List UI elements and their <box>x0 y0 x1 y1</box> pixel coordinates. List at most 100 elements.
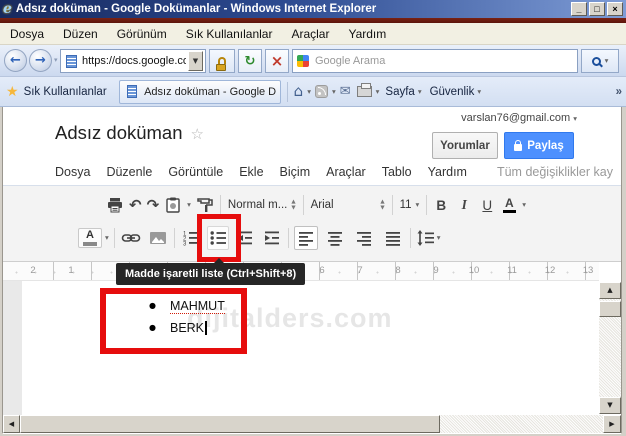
docs-menu-tablo[interactable]: Tablo <box>382 165 412 179</box>
undo-button[interactable]: ↶ <box>129 193 142 217</box>
annotation-highlight-list <box>100 288 247 354</box>
docs-menu-dosya[interactable]: Dosya <box>55 165 90 179</box>
comments-button[interactable]: Yorumlar <box>432 132 498 159</box>
align-center-button[interactable] <box>323 226 347 250</box>
favorites-label[interactable]: Sık Kullanılanlar <box>24 86 107 98</box>
vertical-scrollbar[interactable]: ▲ ▼ <box>599 282 621 414</box>
back-button[interactable]: ← <box>4 49 27 72</box>
star-document-icon[interactable]: ☆ <box>191 125 204 143</box>
italic-button[interactable]: I <box>455 197 473 213</box>
paste-button[interactable] <box>164 193 182 217</box>
save-status: Tüm değişiklikler kay <box>497 165 613 179</box>
align-right-button[interactable] <box>352 226 376 250</box>
account-dropdown-icon[interactable]: ▾ <box>573 114 577 123</box>
address-bar: ← → ▾ ▼ ↻ × ▾ <box>0 45 626 77</box>
justify-button[interactable] <box>381 226 405 250</box>
scroll-down-button[interactable]: ▼ <box>599 397 621 414</box>
scrollbar-thumb[interactable] <box>599 301 621 317</box>
url-input[interactable] <box>80 54 188 68</box>
favorites-tab-current-page[interactable]: Adsız doküman - Google D... <box>119 80 281 104</box>
security-menu[interactable]: Güvenlik <box>430 86 475 98</box>
docs-menu-goruntule[interactable]: Görüntüle <box>168 165 223 179</box>
increase-indent-button[interactable] <box>261 226 283 250</box>
search-box[interactable] <box>292 49 578 73</box>
search-dropdown-icon[interactable]: ▾ <box>605 57 609 65</box>
favorites-star-icon[interactable]: ★ <box>6 85 19 99</box>
font-select[interactable]: Arial ▲▼ <box>309 199 387 211</box>
home-icon[interactable]: ⌂ <box>294 84 304 99</box>
ruler-number: 2 <box>30 265 35 276</box>
document-title[interactable]: Adsız doküman☆ <box>55 122 204 144</box>
toolbar-overflow-chevron[interactable]: » <box>616 86 622 98</box>
mail-icon[interactable]: ✉ <box>340 85 351 98</box>
line-spacing-icon <box>416 229 435 247</box>
print-icon[interactable] <box>357 86 372 97</box>
align-left-icon <box>297 229 315 247</box>
text-color-swatch <box>503 210 516 214</box>
scroll-left-button[interactable]: ◀ <box>3 415 20 433</box>
page-menu[interactable]: Sayfa <box>385 86 414 98</box>
align-left-button[interactable] <box>294 226 318 250</box>
separator <box>220 195 221 215</box>
ruler-number: 11 <box>507 265 517 276</box>
docs-menu-duzenle[interactable]: Düzenle <box>106 165 152 179</box>
insert-link-button[interactable] <box>120 226 142 250</box>
horizontal-scrollbar[interactable]: ◀ ▶ <box>3 415 621 433</box>
paragraph-style-select[interactable]: Normal m... ▲▼ <box>226 199 298 211</box>
docs-menu-yardim[interactable]: Yardım <box>428 165 467 179</box>
highlight-color-button[interactable]: A ▾ <box>78 226 109 250</box>
paste-dropdown-icon[interactable]: ▾ <box>187 201 191 209</box>
image-icon <box>149 229 167 247</box>
ruler-number: 9 <box>433 265 438 276</box>
minimize-button[interactable]: _ <box>571 2 587 16</box>
close-button[interactable]: × <box>607 2 623 16</box>
underline-button[interactable]: U <box>478 198 496 213</box>
insert-image-button[interactable] <box>147 226 169 250</box>
home-dropdown-icon[interactable]: ▾ <box>307 88 311 96</box>
docs-menu-ekle[interactable]: Ekle <box>239 165 263 179</box>
print-dropdown-icon[interactable]: ▾ <box>376 88 380 96</box>
maximize-button[interactable]: □ <box>589 2 605 16</box>
scrollbar-thumb[interactable] <box>20 415 440 433</box>
text-color-button[interactable]: A <box>501 193 517 217</box>
font-size-select[interactable]: 11 ▾ <box>398 199 422 211</box>
docs-menu-bicim[interactable]: Biçim <box>280 165 311 179</box>
line-spacing-button[interactable]: ▾ <box>416 226 441 250</box>
paint-roller-icon <box>196 196 215 214</box>
refresh-button[interactable]: ↻ <box>238 49 262 73</box>
security-lock-button[interactable] <box>209 49 235 73</box>
justify-icon <box>384 229 402 247</box>
account-email[interactable]: varslan76@gmail.com ▾ <box>461 112 577 124</box>
ie-menu-yardim[interactable]: Yardım <box>348 27 386 41</box>
history-dropdown-icon[interactable]: ▾ <box>54 57 58 64</box>
bold-button[interactable]: B <box>432 198 450 213</box>
ie-menu-araclar[interactable]: Araçlar <box>291 27 329 41</box>
ruler-number: 1 <box>68 265 73 276</box>
stop-button[interactable]: × <box>265 49 289 73</box>
align-right-icon <box>355 229 373 247</box>
ie-menu-duzen[interactable]: Düzen <box>63 27 98 41</box>
text-color-dropdown-icon[interactable]: ▾ <box>522 201 526 209</box>
docs-menu-araclar[interactable]: Araçlar <box>326 165 366 179</box>
clipboard-icon <box>164 196 182 214</box>
print-button[interactable] <box>106 193 124 217</box>
url-field[interactable]: ▼ <box>60 49 206 73</box>
scroll-right-button[interactable]: ▶ <box>603 415 621 433</box>
scrollbar-track[interactable] <box>440 415 603 433</box>
security-dropdown-icon[interactable]: ▾ <box>477 88 481 96</box>
url-dropdown-button[interactable]: ▼ <box>188 51 203 71</box>
ie-menu-sik-kullanilanlar[interactable]: Sık Kullanılanlar <box>186 27 273 41</box>
rss-dropdown-icon[interactable]: ▾ <box>332 88 336 96</box>
search-button[interactable]: ▾ <box>581 49 619 73</box>
share-button[interactable]: Paylaş <box>504 132 574 159</box>
redo-button[interactable]: ↷ <box>147 193 160 217</box>
separator <box>288 228 289 248</box>
ie-menu-gorunum[interactable]: Görünüm <box>117 27 167 41</box>
search-input[interactable] <box>313 54 573 68</box>
ie-menu-dosya[interactable]: Dosya <box>10 27 44 41</box>
rss-icon[interactable] <box>315 85 328 98</box>
align-center-icon <box>326 229 344 247</box>
forward-button[interactable]: → <box>29 49 52 72</box>
scroll-up-button[interactable]: ▲ <box>599 282 621 299</box>
page-dropdown-icon[interactable]: ▾ <box>418 88 422 96</box>
